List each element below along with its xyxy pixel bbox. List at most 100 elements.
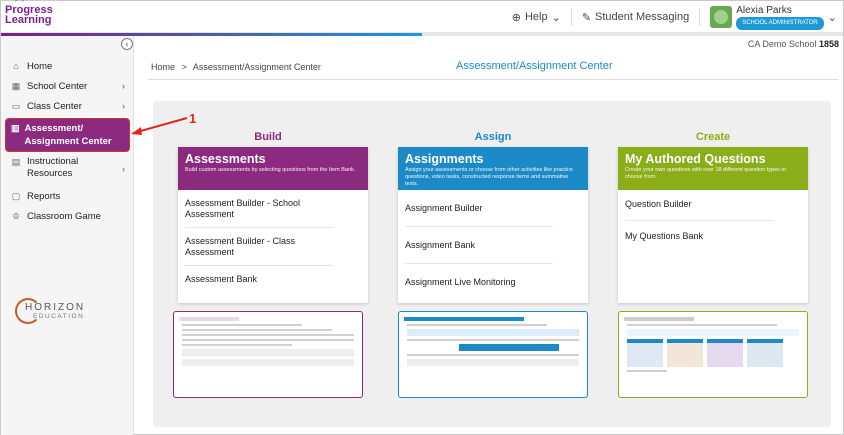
- sidebar-item-label: Home: [27, 60, 53, 72]
- assessments-links: Assessment Builder - School Assessment A…: [178, 190, 368, 292]
- thumb-block: [182, 349, 354, 356]
- thumb-line: [407, 339, 579, 341]
- thumb-block: [627, 329, 799, 336]
- school-code: 1858: [818, 39, 839, 49]
- sidebar-item-school-center[interactable]: ▦ School Center ›: [1, 76, 134, 96]
- thumb-block: [407, 359, 579, 366]
- card-description: Assign your assessments or choose from o…: [405, 167, 573, 187]
- authored-questions-card-header: My Authored Questions Create your own qu…: [618, 147, 808, 190]
- assessment-bank-link[interactable]: Assessment Bank: [185, 266, 333, 292]
- card-description: Build custom assessments by selecting qu…: [185, 167, 356, 173]
- thumb-tile: [667, 339, 703, 367]
- student-messaging-button[interactable]: ✎ Student Messaging: [582, 11, 689, 24]
- sidebar-item-label: Instructional Resources: [27, 156, 79, 179]
- sidebar-item-instructional-resources[interactable]: ▤ Instructional Resources ›: [1, 154, 134, 186]
- user-role-badge: SCHOOL ADMINISTRATOR: [736, 16, 824, 30]
- card-title: My Authored Questions: [625, 152, 766, 166]
- card-title: Assessments: [185, 152, 266, 166]
- sidebar-item-label: Class Center: [27, 100, 82, 112]
- school-label: CA Demo School 1858: [748, 39, 839, 49]
- divider: [699, 8, 701, 26]
- sidebar-item-label: Assessment/ Assignment Center: [24, 123, 112, 147]
- progress-learning-logo[interactable]: ⌒ Progress Learning: [5, 0, 53, 26]
- book-icon: ▥: [11, 123, 20, 133]
- thumb-line: [627, 324, 777, 326]
- avatar: [710, 6, 733, 28]
- student-messaging-label: Student Messaging: [595, 11, 690, 23]
- annotation-arrow: [131, 117, 188, 135]
- monitor-icon: ▭: [11, 100, 21, 111]
- sidebar-item-home[interactable]: ⌂ Home: [1, 56, 134, 76]
- create-column-title: Create: [695, 131, 731, 143]
- slides-icon: ▤: [11, 157, 21, 167]
- school-name: CA Demo School: [747, 39, 817, 49]
- thumb-line: [182, 329, 332, 331]
- partner-logo-line1: HORIZON: [25, 302, 86, 313]
- help-label: Help: [524, 11, 548, 23]
- sidebar-item-class-center[interactable]: ▭ Class Center ›: [1, 96, 134, 116]
- user-name: Alexia Parks: [736, 4, 792, 16]
- assignment-preview-thumbnail[interactable]: [398, 311, 588, 398]
- thumb-line: [627, 370, 667, 372]
- assignments-links: Assignment Builder Assignment Bank Assig…: [398, 190, 588, 300]
- breadcrumb-home-link[interactable]: Home: [151, 62, 175, 72]
- thumb-tiles: [627, 339, 799, 367]
- assignment-builder-link[interactable]: Assignment Builder: [405, 190, 553, 227]
- logo-swoosh-icon: ⌒: [15, 0, 25, 9]
- report-icon: ▢: [11, 190, 21, 201]
- my-questions-bank-link[interactable]: My Questions Bank: [625, 221, 773, 252]
- assessment-preview-thumbnail[interactable]: [173, 311, 363, 398]
- annotation-number: 1: [189, 111, 197, 126]
- thumb-line: [182, 344, 292, 346]
- breadcrumb-current: Assessment/Assignment Center: [192, 62, 321, 72]
- question-builder-link[interactable]: Question Builder: [625, 190, 773, 221]
- header-divider: [148, 79, 838, 80]
- sidebar-item-reports[interactable]: ▢ Reports: [1, 186, 134, 206]
- thumb-tile: [627, 339, 663, 367]
- home-icon: ⌂: [13, 61, 19, 71]
- card-description: Create your own questions with over 18 d…: [625, 167, 787, 180]
- thumb-block: [459, 344, 559, 351]
- card-title: Assignments: [405, 152, 484, 166]
- sidebar-item-classroom-game[interactable]: ♔ Classroom Game: [1, 206, 134, 226]
- thumb-header: [179, 317, 239, 321]
- breadcrumb-separator: >: [181, 62, 187, 72]
- logo-line2: Learning: [5, 14, 52, 26]
- thumb-line: [407, 354, 579, 356]
- thumb-header: [624, 317, 694, 321]
- assessment-builder-class-link[interactable]: Assessment Builder - Class Assessment: [185, 228, 333, 266]
- user-block: Alexia Parks SCHOOL ADMINISTRATOR: [736, 5, 824, 30]
- top-right-controls: ⊕ Help ⌄ ✎ Student Messaging Alexia Park…: [512, 1, 837, 33]
- breadcrumb: Home > Assessment/Assignment Center: [151, 62, 321, 72]
- page-title: Assessment/Assignment Center: [456, 60, 613, 72]
- assignment-bank-link[interactable]: Assignment Bank: [405, 227, 553, 264]
- sidebar-item-assessment-assignment-center[interactable]: ▥ Assessment/ Assignment Center: [5, 118, 130, 152]
- chevron-down-icon: ⌄: [551, 11, 561, 24]
- help-menu[interactable]: ⊕ Help ⌄: [512, 11, 561, 24]
- school-icon: ▦: [11, 80, 21, 91]
- question-preview-thumbnail[interactable]: [618, 311, 808, 398]
- divider: [570, 8, 572, 26]
- chevron-down-icon: ⌄: [827, 11, 837, 24]
- assignment-live-monitoring-link[interactable]: Assignment Live Monitoring: [405, 264, 553, 300]
- thumb-header: [404, 317, 524, 321]
- assessments-card-header: Assessments Build custom assessments by …: [178, 147, 368, 190]
- thumb-line: [182, 339, 354, 341]
- help-globe-icon: ⊕: [511, 11, 521, 24]
- chevron-right-icon: ›: [122, 81, 125, 91]
- sidebar-nav: ⌂ Home ▦ School Center › ▭ Class Center …: [1, 56, 134, 226]
- sidebar-item-label: Classroom Game: [27, 210, 101, 222]
- sidebar-item-label: Reports: [27, 190, 61, 202]
- app-window: ⌒ Progress Learning ⊕ Help ⌄ ✎ Student M…: [0, 0, 844, 435]
- user-menu[interactable]: Alexia Parks SCHOOL ADMINISTRATOR ⌄: [710, 5, 837, 30]
- assessment-builder-school-link[interactable]: Assessment Builder - School Assessment: [185, 190, 333, 228]
- authored-questions-links: Question Builder My Questions Bank: [618, 190, 808, 252]
- assign-column-title: Assign: [474, 131, 512, 143]
- thumb-block: [407, 329, 579, 336]
- thumb-line: [407, 324, 547, 326]
- thumb-line: [182, 324, 302, 326]
- assignments-card-header: Assignments Assign your assessments or c…: [398, 147, 588, 190]
- authored-questions-card: My Authored Questions Create your own qu…: [618, 147, 808, 303]
- sidebar-item-label: School Center: [27, 80, 88, 92]
- collapse-sidebar-button[interactable]: ‹: [121, 38, 133, 50]
